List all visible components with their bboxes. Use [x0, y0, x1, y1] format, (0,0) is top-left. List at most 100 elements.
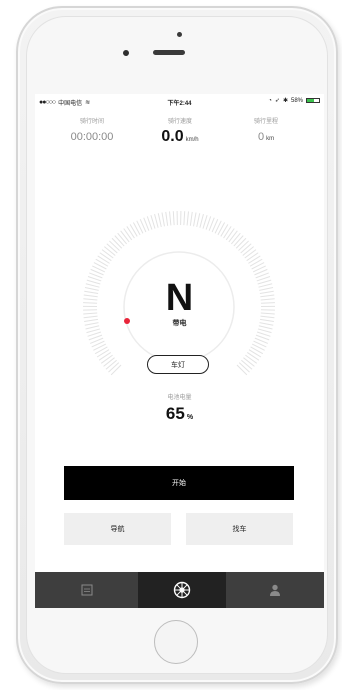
bluetooth-icon: ✱ [282, 98, 288, 104]
gauge-tick [238, 240, 249, 251]
find-car-button[interactable]: 找车 [186, 513, 293, 545]
gauge-tick [233, 235, 244, 247]
gauge-tick [172, 211, 175, 226]
gauge-tick [202, 215, 208, 229]
status-right: ◔ ➶ ✱ 58% [268, 97, 320, 104]
speed-label: 骑行速度 [167, 119, 192, 125]
gauge-tick [114, 235, 125, 247]
ride-time-label: 骑行时间 [79, 119, 104, 125]
gauge-tick [103, 357, 115, 367]
battery-unit: % [186, 414, 194, 421]
gear-indicator: N [165, 277, 194, 319]
alarm-icon: ◔ [268, 97, 272, 104]
gauge-tick [101, 249, 114, 259]
gauge-tick [129, 224, 138, 237]
tab-records[interactable] [35, 572, 138, 608]
gauge-tick [242, 246, 254, 256]
distance-value: 0 [257, 131, 265, 143]
gauge-tick [96, 349, 110, 358]
gauge-tick [106, 243, 118, 254]
speed-readout: 0.0 km/h [135, 128, 225, 146]
gauge-tick [243, 357, 255, 367]
ride-time-stat: 骑行时间 00:00:00 [47, 116, 137, 143]
gauge-tick [249, 258, 263, 267]
gauge-tick [248, 255, 261, 264]
gauge-tick [257, 328, 272, 334]
list-icon [81, 584, 92, 596]
speed-stat: 骑行速度 0.0 km/h [135, 116, 225, 146]
gauge-tick [97, 255, 110, 264]
tab-dashboard[interactable] [138, 572, 226, 608]
distance-stat: 骑行里程 0 km [221, 116, 311, 143]
wheel-icon [173, 581, 191, 599]
navigate-button[interactable]: 导航 [64, 513, 171, 545]
ride-stats: 骑行时间 00:00:00 骑行速度 0.0 km/h 骑行里程 0 km [35, 116, 324, 156]
gauge-tick [240, 243, 252, 254]
gauge-tick [235, 237, 247, 249]
gauge-tick [150, 215, 156, 229]
gauge-tick [99, 252, 112, 262]
ride-time-value: 00:00:00 [70, 131, 114, 143]
distance-unit: km [266, 136, 275, 142]
gauge-tick [120, 230, 130, 243]
gauge-tick [86, 328, 101, 334]
gauge-tick [228, 230, 238, 243]
distance-readout: 0 km [221, 131, 311, 143]
tab-profile[interactable] [226, 572, 324, 608]
battery-percent: 58% [290, 97, 303, 104]
gauge-tick [108, 362, 120, 373]
gauge-tick [110, 364, 122, 376]
gauge-tick [98, 352, 112, 361]
gauge-tick [246, 352, 260, 361]
gauge-tick [154, 214, 159, 228]
gauge-tick [223, 226, 232, 239]
gauge-tick [157, 213, 162, 228]
battery-value: 65 [165, 404, 185, 423]
gauge-tick [165, 211, 169, 226]
gauge-tick [100, 354, 113, 364]
gauge-tick [220, 224, 229, 237]
headlight-button[interactable]: 车灯 [147, 355, 209, 374]
battery-readout: 65% [35, 404, 324, 424]
start-button[interactable]: 开始 [64, 466, 294, 500]
gauge-tick [117, 232, 127, 245]
gauge-tick [123, 228, 133, 241]
gauge-tick [241, 359, 253, 370]
status-bar: ●●○○○ 中国电信 ≋ 下午2:44 ◔ ➶ ✱ 58% [35, 94, 324, 108]
gauge-tick [95, 258, 109, 267]
gauge-tick [250, 346, 264, 355]
gauge-tick [105, 359, 117, 370]
location-icon: ➶ [274, 98, 280, 104]
gauge-tick [236, 364, 248, 376]
drive-mode-label: 带电 [172, 320, 187, 327]
gauge-tick [231, 232, 241, 245]
gauge-tick [183, 211, 186, 226]
gauge-tick [196, 213, 201, 228]
battery-label: 电池电量 [167, 395, 192, 401]
earpiece-speaker [153, 50, 185, 55]
speed-unit: km/h [185, 137, 199, 143]
gauge-tick [238, 362, 250, 373]
home-button[interactable] [154, 620, 198, 664]
gauge-tick [111, 237, 123, 249]
gauge-tick [225, 228, 235, 241]
gauge-tick [161, 212, 165, 227]
gauge-tick [87, 331, 102, 337]
speed-value: 0.0 [161, 128, 184, 145]
gauge-tick [104, 246, 116, 256]
gauge-tick [245, 354, 258, 364]
gauge-tick [126, 226, 135, 239]
gauge-tick [186, 211, 189, 226]
gauge-tick [248, 349, 262, 358]
gauge-tick [109, 240, 120, 251]
tab-bar [35, 572, 324, 608]
gauge-tick [199, 214, 204, 228]
distance-label: 骑行里程 [253, 119, 278, 125]
gauge-tick [256, 331, 271, 337]
gauge-tick [244, 249, 257, 259]
gauge-tick [169, 211, 172, 226]
gauge-tick [193, 212, 197, 227]
gauge-tick [246, 252, 259, 262]
app-screen: ●●○○○ 中国电信 ≋ 下午2:44 ◔ ➶ ✱ 58% 骑行时间 00:00… [35, 94, 324, 608]
user-icon [270, 584, 280, 596]
